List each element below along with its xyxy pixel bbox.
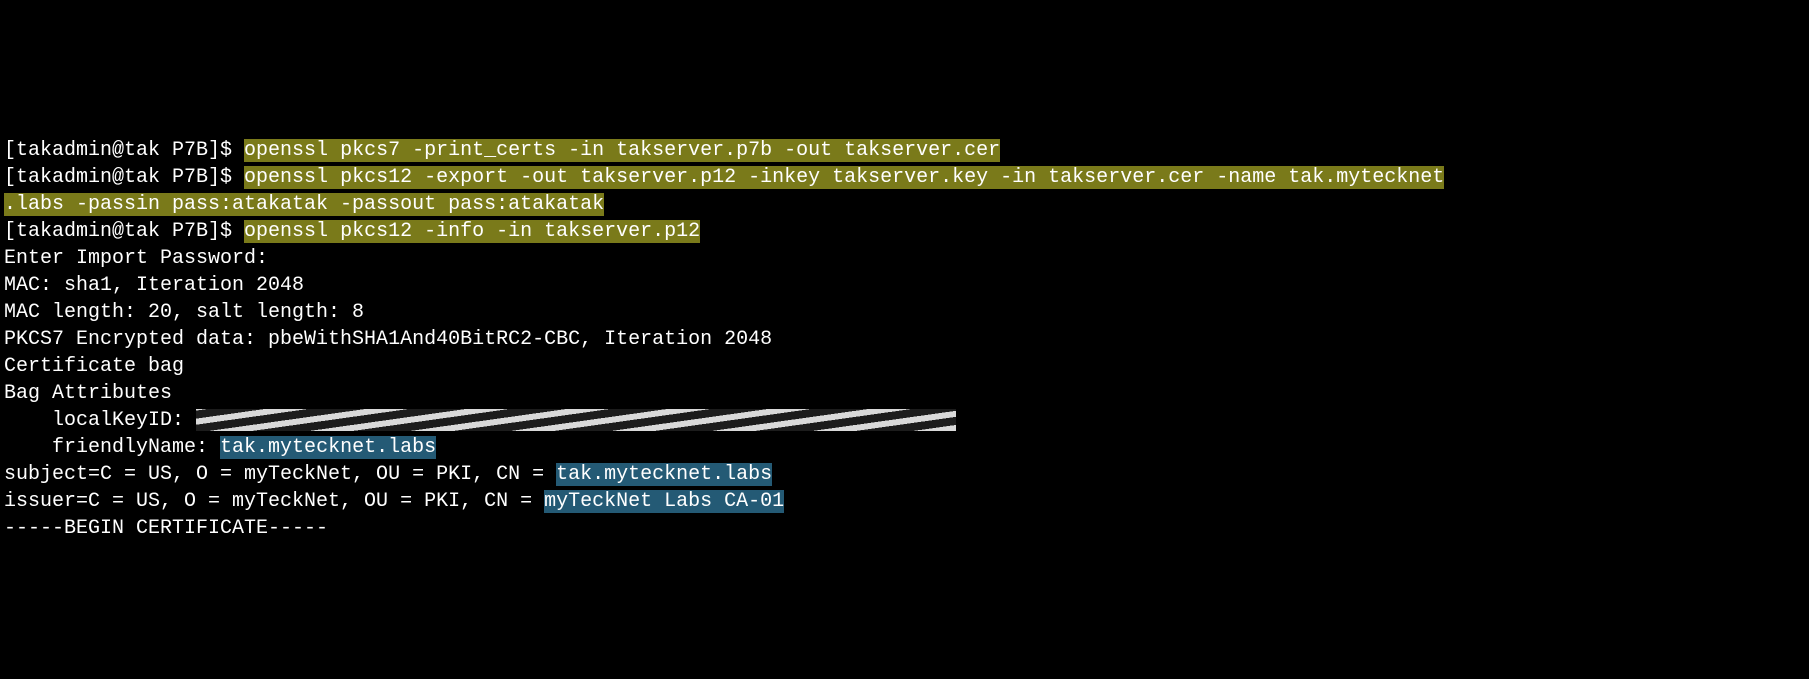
out-enter-password: Enter Import Password: [4,245,1805,272]
shell-prompt: [takadmin@tak P7B]$ [4,166,244,189]
out-localkeyid: localKeyID: [4,407,1805,434]
terminal-output[interactable]: [takadmin@tak P7B]$ openssl pkcs7 -print… [0,135,1809,544]
subject-cn: tak.mytecknet.labs [556,463,772,486]
command-1: openssl pkcs7 -print_certs -in takserver… [244,139,1000,162]
out-mac1: MAC: sha1, Iteration 2048 [4,272,1805,299]
friendlyname-label: friendlyName: [4,436,220,459]
out-pkcs7: PKCS7 Encrypted data: pbeWithSHA1And40Bi… [4,326,1805,353]
out-friendlyname: friendlyName: tak.mytecknet.labs [4,434,1805,461]
out-begin-cert: -----BEGIN CERTIFICATE----- [4,515,1805,542]
command-3: openssl pkcs12 -info -in takserver.p12 [244,220,700,243]
line-cmd3: [takadmin@tak P7B]$ openssl pkcs12 -info… [4,218,1805,245]
redacted-smudge [196,409,956,431]
out-subject: subject=C = US, O = myTeckNet, OU = PKI,… [4,461,1805,488]
out-issuer: issuer=C = US, O = myTeckNet, OU = PKI, … [4,488,1805,515]
friendlyname-value: tak.mytecknet.labs [220,436,436,459]
shell-prompt: [takadmin@tak P7B]$ [4,139,244,162]
shell-prompt: [takadmin@tak P7B]$ [4,220,244,243]
subject-prefix: subject=C = US, O = myTeckNet, OU = PKI,… [4,463,556,486]
line-cmd1: [takadmin@tak P7B]$ openssl pkcs7 -print… [4,137,1805,164]
command-2-part2: .labs -passin pass:atakatak -passout pas… [4,193,604,216]
issuer-cn: myTeckNet Labs CA-01 [544,490,784,513]
out-mac2: MAC length: 20, salt length: 8 [4,299,1805,326]
line-cmd2b: .labs -passin pass:atakatak -passout pas… [4,191,1805,218]
line-cmd2a: [takadmin@tak P7B]$ openssl pkcs12 -expo… [4,164,1805,191]
out-bagattr: Bag Attributes [4,380,1805,407]
command-2-part1: openssl pkcs12 -export -out takserver.p1… [244,166,1444,189]
out-certbag: Certificate bag [4,353,1805,380]
issuer-prefix: issuer=C = US, O = myTeckNet, OU = PKI, … [4,490,544,513]
localkeyid-label: localKeyID: [4,409,196,432]
